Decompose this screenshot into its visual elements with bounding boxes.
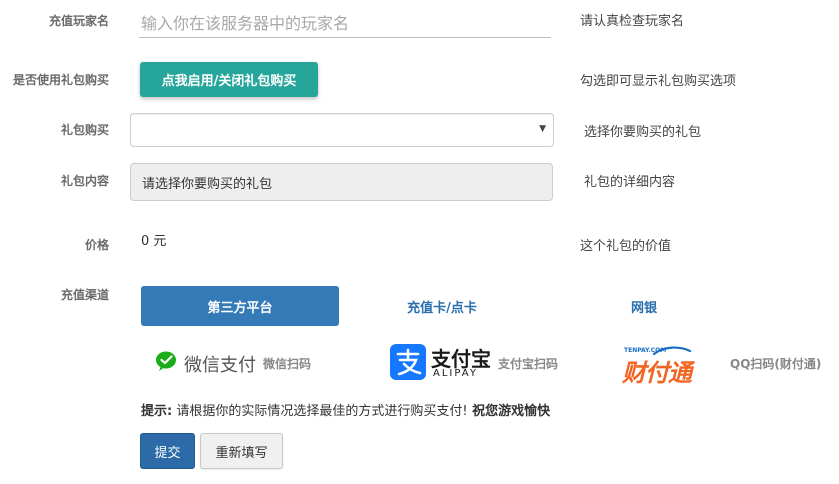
channel-label: 充值渠道 xyxy=(60,288,109,302)
wechat-caption: 微信扫码 xyxy=(263,357,312,371)
submit-button[interactable]: 提交 xyxy=(140,433,195,469)
player-name-label: 充值玩家名 xyxy=(48,14,109,28)
price-label: 价格 xyxy=(84,238,109,252)
gift-select-hint: 选择你要购买的礼包 xyxy=(584,125,702,140)
toggle-gift-button[interactable]: 点我启用/关闭礼包购买 xyxy=(140,62,318,97)
tenpay-logo-text: 财付通 xyxy=(622,359,692,387)
wechat-pay-option[interactable]: 微信支付 微信扫码 xyxy=(155,346,325,378)
alipay-icon xyxy=(390,344,426,380)
tenpay-caption: QQ扫码(财付通) xyxy=(730,357,822,371)
gift-content-hint: 礼包的详细内容 xyxy=(584,175,676,190)
gift-select[interactable]: ▼ xyxy=(130,113,554,147)
tab-prepaid-card[interactable]: 充值卡/点卡 xyxy=(343,286,541,326)
alipay-option[interactable]: 支付宝 ALIPAY 支付宝扫码 xyxy=(390,344,570,382)
price-value: 0 元 xyxy=(141,234,167,249)
wechat-logo-text: 微信支付 xyxy=(184,355,256,376)
alipay-caption: 支付宝扫码 xyxy=(498,357,559,371)
gift-content-label: 礼包内容 xyxy=(60,174,109,188)
tenpay-option[interactable]: TENPAY.COM 财付通 QQ扫码(财付通) xyxy=(622,344,832,387)
chevron-down-icon: ▼ xyxy=(539,124,546,134)
gift-select-label: 礼包购买 xyxy=(60,123,109,137)
use-gift-label: 是否使用礼包购买 xyxy=(12,73,109,87)
gift-content-display: 请选择你要购买的礼包 xyxy=(130,163,553,201)
use-gift-hint: 勾选即可显示礼包购买选项 xyxy=(580,74,737,89)
tab-online-banking[interactable]: 网银 xyxy=(545,286,743,326)
reset-button[interactable]: 重新填写 xyxy=(200,433,283,469)
notice-wish: 祝您游戏愉快 xyxy=(467,404,551,419)
price-hint: 这个礼包的价值 xyxy=(580,239,672,254)
tab-third-party[interactable]: 第三方平台 xyxy=(141,286,339,326)
notice-prefix: 提示: xyxy=(141,404,173,419)
player-name-input[interactable] xyxy=(139,9,551,38)
player-name-hint: 请认真检查玩家名 xyxy=(580,14,685,29)
alipay-logo-en: ALIPAY xyxy=(433,368,478,379)
notice-text: 提示: 请根据你的实际情况选择最佳的方式进行购买支付! 祝您游戏愉快 xyxy=(141,400,550,419)
wechat-icon xyxy=(156,351,176,371)
notice-body: 请根据你的实际情况选择最佳的方式进行购买支付! xyxy=(172,404,468,419)
